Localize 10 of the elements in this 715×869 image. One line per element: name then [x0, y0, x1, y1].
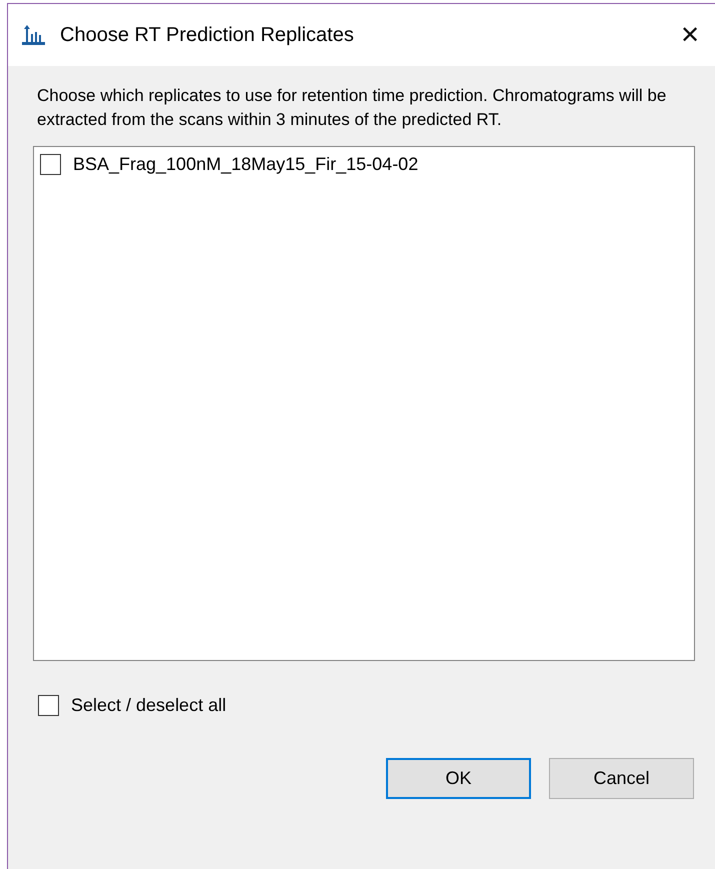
window-title: Choose RT Prediction Replicates	[60, 24, 355, 46]
replicate-label[interactable]: BSA_Frag_100nM_18May15_Fir_15-04-02	[73, 154, 418, 174]
dialog-button[interactable]: Cancel	[549, 758, 694, 799]
select-all-label[interactable]: Select / deselect all	[71, 695, 226, 716]
chart-peaks-icon	[22, 24, 48, 46]
checkbox[interactable]	[40, 154, 61, 174]
close-button[interactable]: ✕	[665, 20, 715, 50]
dialog-button[interactable]: OK	[386, 758, 531, 799]
description-text: Choose which replicates to use for retention time prediction. Chromatograms will be extracted from the scans within 3 minutes of the predicted RT.	[37, 85, 668, 131]
checkbox[interactable]	[38, 695, 59, 716]
